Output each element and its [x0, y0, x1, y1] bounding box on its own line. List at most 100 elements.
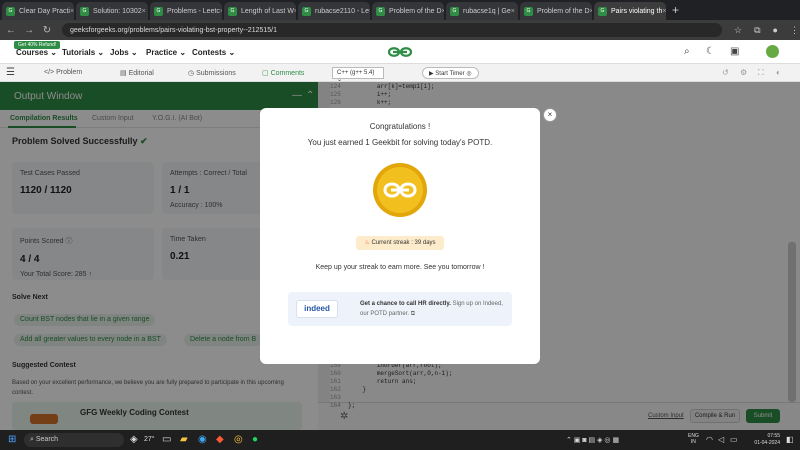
tab-close-icon[interactable]: × [294, 8, 296, 15]
dark-mode-icon[interactable]: ☾ [706, 46, 715, 57]
wifi-icon[interactable]: ◠ [706, 435, 713, 444]
star-icon[interactable]: ☆ [734, 25, 742, 36]
tab-list: G Clear Day Practi × G Solution: 10302 × G Prob… [0, 2, 666, 20]
spotify-icon[interactable]: ● [252, 434, 258, 445]
extensions-icon[interactable]: ⧉ [754, 25, 760, 36]
browser-tab[interactable]: G Problems - Leetc × [150, 2, 222, 20]
browser-tab[interactable]: G Length of Last W × [224, 2, 296, 20]
browser-tab[interactable]: Grubacse1q | Ge × [446, 2, 518, 20]
tab-close-icon[interactable]: × [220, 8, 222, 15]
geekbit-message: You just earned 1 Geekbit for solving to… [307, 138, 493, 147]
reset-icon[interactable]: ↺ [722, 68, 729, 77]
tab-label: Problem of the D [389, 7, 442, 15]
timer-icon: ◎ [466, 71, 472, 77]
browser-tab[interactable]: G Solution: 10302 × [76, 2, 148, 20]
file-explorer-icon[interactable]: ▰ [180, 434, 188, 445]
tab-favicon-icon: G [302, 6, 311, 16]
start-timer-button[interactable]: ▶ Start Timer ◎ [422, 67, 479, 79]
tab-label: Problem of the D [537, 7, 590, 15]
indeed-logo: indeed [296, 300, 338, 318]
avatar[interactable] [766, 45, 779, 58]
settings-icon[interactable]: ⚙ [740, 68, 747, 77]
back-icon[interactable]: ← [4, 25, 18, 36]
url-field[interactable]: geeksforgeeks.org/problems/pairs-violati… [62, 23, 722, 37]
tab-close-icon[interactable]: × [590, 8, 592, 15]
weather-text[interactable]: 27° [144, 436, 155, 443]
tab-favicon-icon: G [450, 6, 459, 16]
browser-tab[interactable]: G Clear Day Practi × [2, 2, 74, 20]
tab-favicon-icon: G [598, 6, 607, 16]
search-icon: ⌕ [30, 436, 34, 443]
tab-close-icon[interactable]: × [369, 8, 370, 15]
menu-icon[interactable]: ⋮ [790, 25, 799, 36]
menu-tutorials[interactable]: Tutorials ⌄ [62, 48, 104, 57]
gfg-logo-icon[interactable] [386, 45, 414, 59]
menu-contests[interactable]: Contests ⌄ [192, 48, 235, 57]
tab-comments[interactable]: ▢ Comments [262, 69, 304, 77]
theme-icon[interactable]: ◐ [776, 68, 781, 77]
address-bar: ← → ↻ geeksforgeeks.org/problems/pairs-v… [0, 20, 800, 40]
clock[interactable]: 07:55 01-04-2024 [744, 433, 780, 447]
tab-label: rubacse2110 - Le [315, 7, 369, 15]
fullscreen-icon[interactable]: ⛶ [758, 68, 764, 78]
tab-close-icon[interactable]: × [511, 8, 515, 15]
tab-label: rubacse1q | Ge [463, 7, 511, 15]
tab-label: Clear Day Practi [19, 7, 70, 15]
site-header: Get 40% Refund! Courses ⌄ Tutorials ⌄ Jo… [0, 40, 800, 64]
menu-practice[interactable]: Practice ⌄ [146, 48, 186, 57]
edge-icon[interactable]: ◉ [198, 434, 207, 445]
tab-problem[interactable]: </> Problem [44, 69, 82, 76]
promo-text: Get a chance to call HR directly. Sign u… [360, 301, 503, 317]
menu-jobs[interactable]: Jobs ⌄ [110, 48, 138, 57]
profile-icon[interactable]: ● [773, 25, 778, 35]
play-icon: ▶ [429, 71, 434, 77]
battery-icon[interactable]: ▭ [730, 435, 738, 444]
tab-label: Pairs violating th [611, 7, 663, 15]
windows-start-icon[interactable]: ⊞ [8, 434, 16, 445]
notifications-icon[interactable]: ◧ [786, 435, 794, 444]
tab-close-icon[interactable]: × [662, 8, 666, 15]
chrome-icon[interactable]: ◎ [234, 434, 243, 445]
external-link-icon[interactable]: ⧉ [411, 311, 415, 317]
tab-close-icon[interactable]: × [142, 8, 146, 15]
copilot-icon[interactable]: ◈ [130, 434, 138, 445]
browser-tab-bar: G Clear Day Practi × G Solution: 10302 × G Prob… [0, 0, 800, 20]
new-tab-icon[interactable]: + [672, 3, 679, 17]
notes-icon[interactable]: ▣ [730, 46, 739, 57]
tab-favicon-icon: G [228, 6, 237, 16]
reload-icon[interactable]: ↻ [40, 25, 54, 36]
tray-icons[interactable]: ⌃ ▣ ◙ ▤ ◈ ◎ ▦ [566, 436, 619, 444]
hamburger-icon[interactable]: ☰ [6, 67, 15, 78]
browser-tab[interactable]: G Problem of the D × [372, 2, 444, 20]
menu-courses[interactable]: Courses ⌄ [16, 48, 57, 57]
browser-tab[interactable]: G Problem of the D × [520, 2, 592, 20]
forward-icon[interactable]: → [22, 25, 36, 36]
tab-editorial[interactable]: ▤ Editorial [120, 69, 154, 77]
tab-favicon-icon: G [6, 6, 15, 16]
congrats-heading: Congratulations ! [369, 122, 431, 131]
task-view-icon[interactable]: ▭ [162, 434, 171, 445]
tab-label: Solution: 10302 [93, 7, 142, 15]
store-icon[interactable]: ◆ [216, 434, 224, 445]
tab-favicon-icon: G [154, 6, 163, 16]
streak-badge: ♨ Current streak : 39 days [356, 236, 444, 250]
indeed-promo[interactable]: indeed Get a chance to call HR directly.… [288, 292, 512, 326]
congrats-modal: Congratulations ! You just earned 1 Geek… [260, 108, 540, 364]
browser-tab[interactable]: Grubacse2110 - Le× [298, 2, 370, 20]
taskbar-search[interactable]: ⌕ Search [24, 433, 124, 447]
search-icon[interactable]: ⌕ [684, 46, 690, 57]
windows-taskbar: ⊞ ⌕ Search ◈ 27° ▭ ▰ ◉ ◆ ◎ ● ⌃ ▣ ◙ ▤ ◈ ◎… [0, 430, 800, 450]
tab-favicon-icon: G [524, 6, 533, 16]
language-indicator[interactable]: ENG IN [688, 433, 699, 445]
language-select[interactable]: C++ (g++ 5.4) ⌄ [332, 67, 384, 83]
tab-close-icon[interactable]: × [442, 8, 444, 15]
keep-up-text: Keep up your streak to earn more. See yo… [315, 264, 485, 271]
close-modal-button[interactable]: × [543, 108, 557, 122]
browser-tab[interactable]: G Pairs violating th × [594, 2, 666, 20]
tab-favicon-icon: G [376, 6, 385, 16]
volume-icon[interactable]: ◁ [718, 435, 724, 444]
tab-close-icon[interactable]: × [70, 8, 74, 15]
tab-favicon-icon: G [80, 6, 89, 16]
tab-submissions[interactable]: ◷ Submissions [188, 69, 236, 77]
url-text: geeksforgeeks.org/problems/pairs-violati… [70, 26, 277, 34]
